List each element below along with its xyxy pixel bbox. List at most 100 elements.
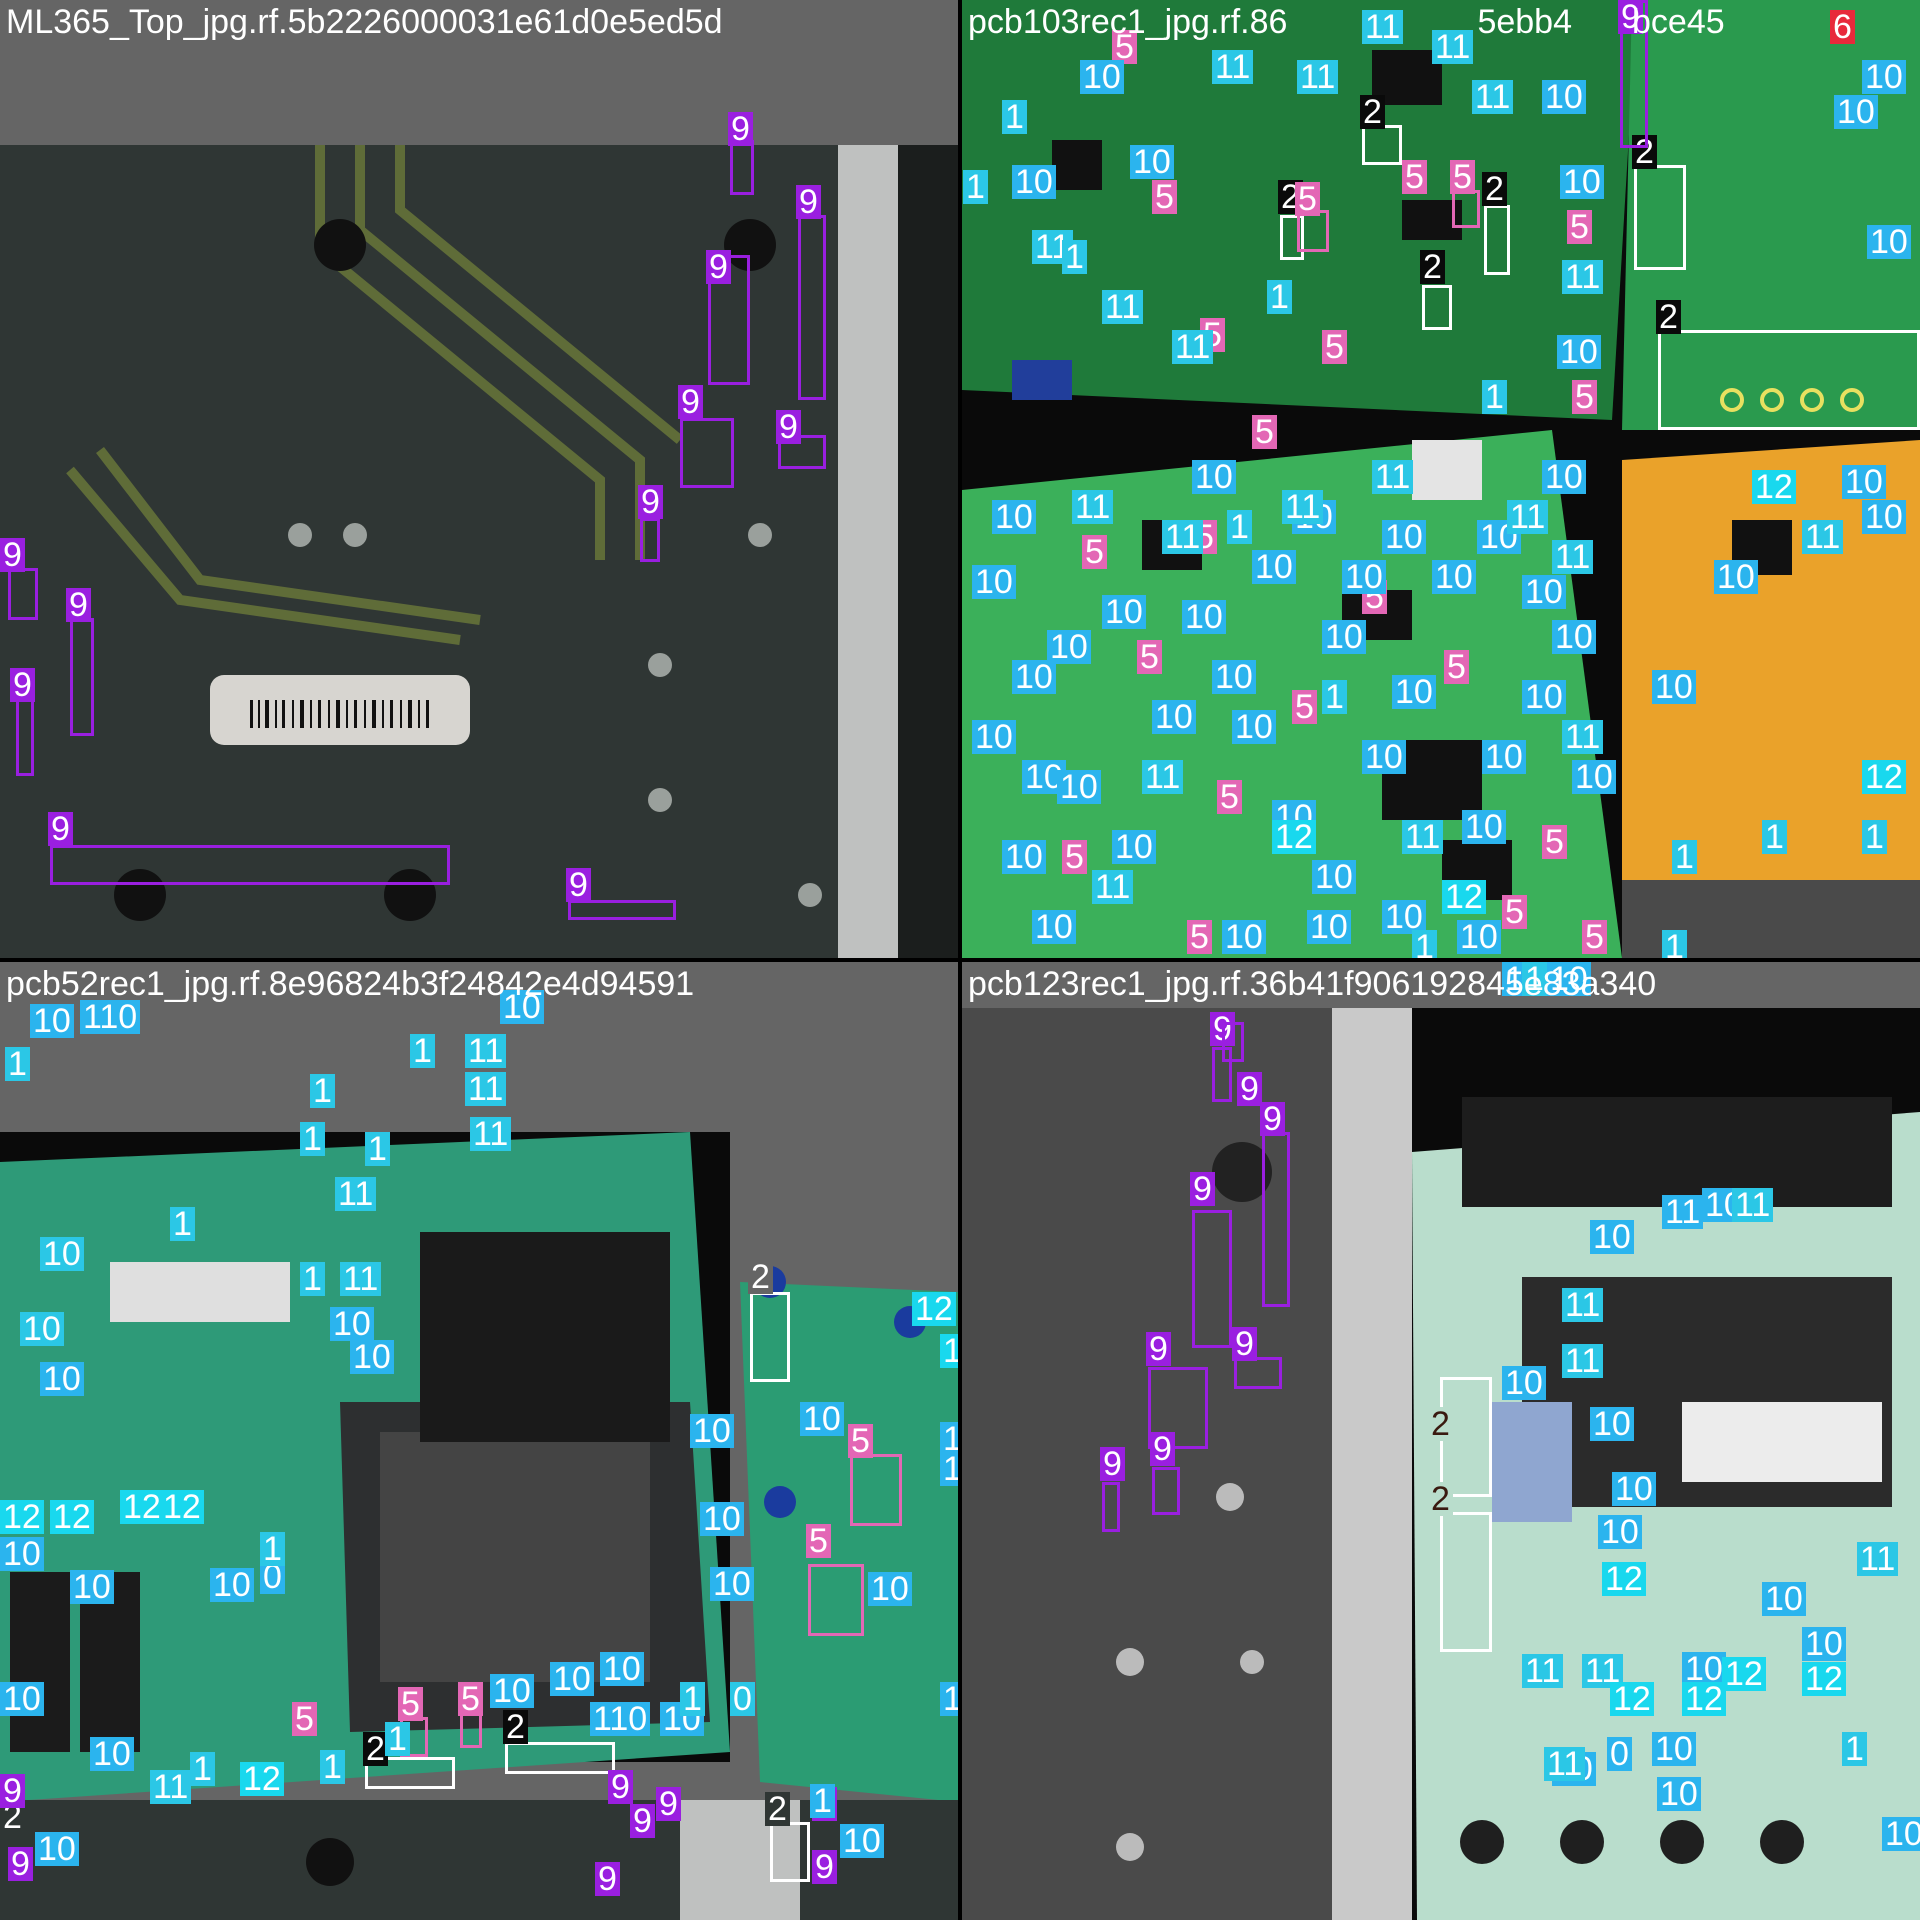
class-label: 9: [8, 1847, 33, 1881]
class-label: 10: [600, 1652, 644, 1686]
class-label: 5: [848, 1424, 873, 1458]
class-label: 1: [1062, 240, 1087, 274]
class-label: 10: [0, 1682, 44, 1716]
class-label: 1: [300, 1262, 325, 1296]
class-label: 5: [1502, 895, 1527, 929]
bounding-box: [1362, 125, 1402, 165]
class-label: 10: [1362, 740, 1406, 774]
class-label: 12: [912, 1292, 956, 1326]
class-label: 10: [1312, 860, 1356, 894]
class-label: 10: [868, 1572, 912, 1606]
class-label: 12: [0, 1500, 44, 1534]
class-label: 1: [1267, 280, 1292, 314]
class-label: 9: [1190, 1172, 1215, 1206]
class-label: 1: [170, 1207, 195, 1241]
class-label: 5: [1567, 210, 1592, 244]
class-label: 10: [1867, 225, 1911, 259]
class-label: 12: [240, 1762, 284, 1796]
bounding-box: [1634, 165, 1686, 270]
class-label: 10: [1652, 1732, 1696, 1766]
class-label: 12: [1610, 1682, 1654, 1716]
mosaic-tile-bottom-left: pcb52rec1_jpg.rf.8e96824b3f24842e4d94591…: [0, 962, 958, 1920]
class-label: 12: [1752, 470, 1796, 504]
class-label: 5: [1450, 160, 1475, 194]
class-label: 5: [1152, 180, 1177, 214]
class-label: 0: [730, 1682, 755, 1716]
tile-title: ML365_Top_jpg.rf.5b2226000031e61d0e5ed5d: [6, 3, 723, 41]
class-label: 1: [680, 1682, 705, 1716]
class-label: 1: [190, 1752, 215, 1786]
bounding-box: [640, 518, 660, 562]
class-label: 10: [1598, 1515, 1642, 1549]
class-label: 11: [1102, 290, 1144, 324]
class-label: 9: [776, 410, 801, 444]
class-label: 9: [1146, 1332, 1171, 1366]
class-label: 10: [1342, 560, 1386, 594]
class-label: 110: [80, 1000, 141, 1034]
class-label: 11: [1282, 490, 1324, 524]
class-label: 10: [350, 1340, 394, 1374]
tile-title: pcb103rec1_jpg.rf.86 5ebb4 bce45: [968, 3, 1725, 41]
class-label: 9: [1232, 1327, 1257, 1361]
class-label: 11: [465, 1072, 507, 1106]
class-label: 6: [1830, 10, 1855, 44]
class-label: 10: [1542, 460, 1586, 494]
class-label: 1: [963, 170, 988, 204]
class-label: 12: [1862, 760, 1906, 794]
class-label: 11: [470, 1117, 512, 1151]
class-label: 10: [330, 1307, 374, 1341]
class-label: 1: [385, 1722, 410, 1756]
class-label: 5: [292, 1702, 317, 1736]
class-label: 2: [1428, 1407, 1453, 1441]
bounding-box: [505, 1742, 615, 1774]
class-label: 11: [335, 1177, 377, 1211]
class-label: 9: [706, 250, 731, 284]
class-label: 10: [1557, 335, 1601, 369]
bounding-box: [1102, 1482, 1120, 1532]
class-label: 5: [1082, 535, 1107, 569]
class-label: 10: [1834, 95, 1878, 129]
class-label: 10: [1112, 830, 1156, 864]
class-label: 10: [940, 1452, 958, 1486]
class-label: 10: [800, 1402, 844, 1436]
class-label: 9: [812, 1850, 837, 1884]
class-label: 1: [365, 1132, 390, 1166]
class-label: 10: [1462, 810, 1506, 844]
class-label: 5: [1295, 182, 1320, 216]
class-label: 10: [1130, 145, 1174, 179]
class-label: 10: [1590, 1220, 1634, 1254]
class-label: 12: [1272, 820, 1316, 854]
class-label: 9: [1260, 1102, 1285, 1136]
class-label: 1: [5, 1047, 30, 1081]
class-label: 9: [728, 112, 753, 146]
class-label: 1: [1482, 380, 1507, 414]
class-label: 9: [608, 1770, 633, 1804]
class-label: 2: [1420, 250, 1445, 284]
class-label: 10: [40, 1362, 84, 1396]
class-label: 10: [1080, 60, 1124, 94]
class-label: 12: [1442, 880, 1486, 914]
class-label: 9: [0, 1774, 25, 1808]
class-label: 10: [1182, 600, 1226, 634]
bounding-box: [1440, 1512, 1492, 1652]
class-label: 5: [806, 1524, 831, 1558]
class-label: 9: [1150, 1432, 1175, 1466]
bounding-box: [8, 568, 38, 620]
class-label: 10: [1502, 1366, 1546, 1400]
class-label: 10: [710, 1567, 754, 1601]
class-label: 11: [1372, 460, 1414, 494]
bounding-box: [680, 418, 734, 488]
class-label: 11: [1544, 1747, 1586, 1781]
class-label: 11: [1072, 490, 1114, 524]
class-label: 5: [458, 1682, 483, 1716]
pcb-photo: [0, 145, 958, 958]
class-label: 2: [765, 1792, 790, 1826]
class-label: 10: [1382, 520, 1426, 554]
class-label: 10: [1714, 560, 1758, 594]
tile-divider-horizontal: [0, 958, 1920, 962]
class-label: 10: [70, 1570, 114, 1604]
class-label: 2: [503, 1710, 528, 1744]
class-label: 10: [1862, 60, 1906, 94]
class-label: 5: [1252, 415, 1277, 449]
class-label: 5: [1062, 840, 1087, 874]
